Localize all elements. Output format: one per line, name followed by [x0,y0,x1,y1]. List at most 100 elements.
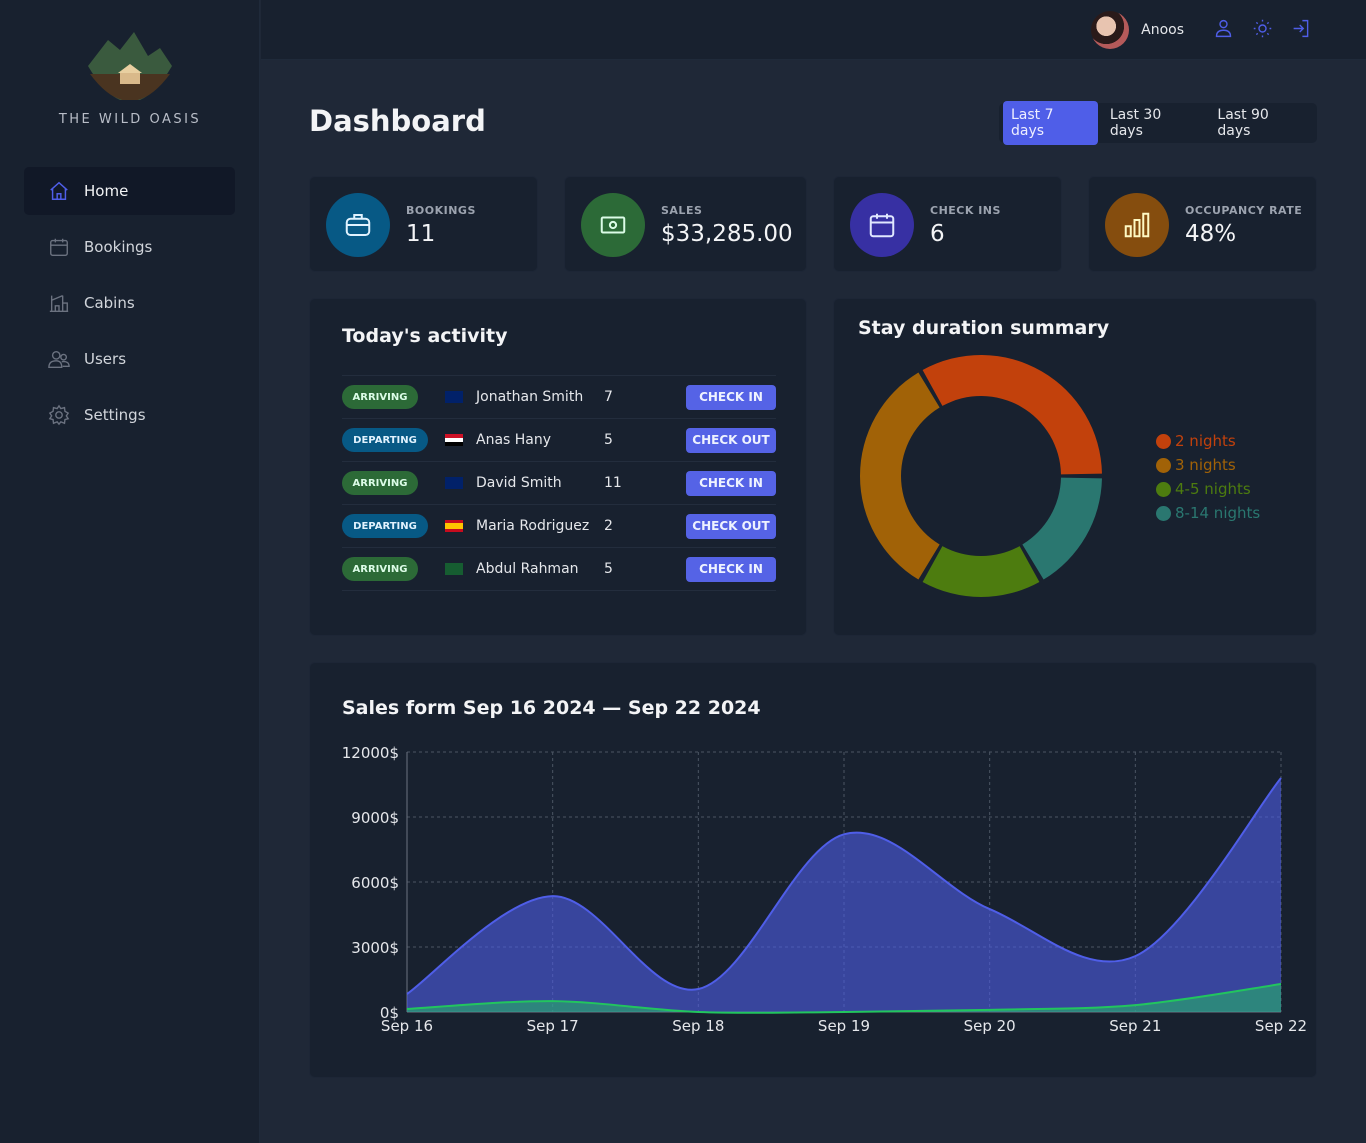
activity-title: Today's activity [342,325,508,347]
legend-item: 4-5 nights [1156,477,1260,501]
activity-row: ARRIVING Abdul Rahman 5 CHECK IN [342,548,776,591]
sales-chart: 0$3000$6000$9000$12000$Sep 16 Sep 17 Sep 1… [342,744,1307,1035]
avatar [1091,11,1130,49]
today-activity-panel: Today's activity ARRIVING Jonathan Smith… [309,298,807,636]
cabin-icon [49,295,69,312]
stat-bookings: BOOKINGS 11 [309,176,538,272]
date-filter: Last 7 days Last 30 days Last 90 days [999,101,1317,145]
sun-icon[interactable] [1252,18,1273,39]
user-name: Anoos [1141,22,1184,38]
brand-name: THE WILD OASIS [58,112,202,127]
nights-count: 5 [604,561,613,577]
flag-icon [445,477,463,489]
y-tick-label: 6000$ [351,874,399,892]
calendar-icon [869,213,895,238]
nights-count: 5 [604,432,613,448]
banknote-icon [600,216,626,234]
legend-label: 8-14 nights [1175,504,1261,522]
x-tick-label: Sep 18 [672,1017,724,1035]
sidebar-item-cabins[interactable]: Cabins [24,279,235,327]
activity-row: DEPARTING Maria Rodriguez 2 CHECK OUT [342,505,776,548]
flag-icon [445,391,463,403]
filter-last-7-days[interactable]: Last 7 days [1003,101,1098,145]
logout-icon[interactable] [1291,18,1312,39]
donut-slice-3-nights[interactable] [860,372,940,580]
guest-name: David Smith [476,475,562,491]
status-badge: DEPARTING [342,428,428,452]
flag-icon [445,520,463,532]
nights-count: 11 [604,475,622,491]
legend-label: 2 nights [1175,432,1236,450]
nights-count: 7 [604,389,613,405]
header-actions [1213,18,1312,39]
donut-slice-4-5-nights[interactable] [922,546,1040,597]
status-badge: ARRIVING [342,471,418,495]
legend-item: 8-14 nights [1156,501,1260,525]
x-tick-label: Sep 17 [527,1017,579,1035]
nights-count: 2 [604,518,613,534]
users-icon [48,350,70,368]
sidebar-nav: Home Bookings Cabins Users Settings [24,167,235,447]
sidebar-item-label: Cabins [84,294,135,312]
x-tick-label: Sep 19 [818,1017,870,1035]
y-tick-label: 12000$ [342,744,399,762]
legend-dot [1156,457,1171,473]
check-in-button[interactable]: CHECK IN [686,470,776,496]
x-tick-label: Sep 21 [1109,1017,1161,1035]
activity-row: DEPARTING Anas Hany 5 CHECK OUT [342,419,776,462]
x-tick-label: Sep 22 [1255,1017,1307,1035]
briefcase-icon [345,214,371,236]
filter-last-30-days[interactable]: Last 30 days [1102,101,1206,145]
sidebar-item-label: Home [84,182,129,200]
sidebar-item-label: Users [84,350,127,368]
stat-check-ins: CHECK INS 6 [833,176,1062,272]
sidebar-item-settings[interactable]: Settings [24,391,235,439]
y-tick-label: 9000$ [351,809,399,827]
donut-slice-8-14-nights[interactable] [1022,477,1102,580]
y-tick-label: 3000$ [351,939,399,957]
sidebar-item-home[interactable]: Home [24,167,235,215]
guest-name: Jonathan Smith [476,389,584,405]
status-badge: ARRIVING [342,385,418,409]
activity-row: ARRIVING Jonathan Smith 7 CHECK IN [342,376,776,419]
guest-name: Maria Rodriguez [476,518,590,534]
sales-panel: Sales form Sep 16 2024 — Sep 22 2024 0$ 3… [309,662,1317,1078]
sidebar-item-users[interactable]: Users [24,335,235,383]
donut-chart [860,355,1102,597]
sidebar-item-bookings[interactable]: Bookings [24,223,235,271]
stat-occupancy: OCCUPANCY RATE 48% [1088,176,1317,272]
user-menu[interactable]: Anoos [1091,11,1184,49]
filter-last-90-days[interactable]: Last 90 days [1209,101,1313,145]
donut-slice-2-nights[interactable] [922,355,1102,475]
status-badge: ARRIVING [342,557,418,581]
sidebar-item-label: Bookings [84,238,153,256]
stat-sales: SALES $33,285.00 [564,176,807,272]
check-out-button[interactable]: CHECK OUT [686,513,776,539]
gear-icon [48,404,70,426]
activity-list: ARRIVING Jonathan Smith 7 CHECK IN DEPART… [342,375,776,591]
donut-legend: 2 nights 3 nights 4-5 nights 8-14 nights [1156,429,1260,525]
stay-duration-panel: Stay duration summary 2 nights 3 nights 4-… [833,298,1317,636]
check-in-button[interactable]: CHECK IN [686,384,776,410]
activity-row: ARRIVING David Smith 11 CHECK IN [342,462,776,505]
guest-name: Abdul Rahman [476,561,579,577]
chart-bar-icon [1124,212,1150,238]
status-badge: DEPARTING [342,514,428,538]
home-icon [50,181,68,200]
guest-name: Anas Hany [476,432,552,448]
sidebar-item-label: Settings [84,406,146,424]
page-title: Dashboard [309,104,486,138]
header: Anoos [261,0,1366,60]
check-in-button[interactable]: CHECK IN [686,556,776,582]
x-tick-label: Sep 16 [381,1017,433,1035]
legend-label: 3 nights [1175,456,1236,474]
legend-item: 3 nights [1156,453,1260,477]
legend-dot [1156,481,1171,497]
user-icon[interactable] [1213,18,1234,39]
check-out-button[interactable]: CHECK OUT [686,427,776,453]
legend-label: 4-5 nights [1175,480,1251,498]
legend-dot [1156,433,1171,449]
legend-dot [1156,505,1171,521]
flag-icon [445,434,463,446]
x-tick-label: Sep 20 [964,1017,1016,1035]
